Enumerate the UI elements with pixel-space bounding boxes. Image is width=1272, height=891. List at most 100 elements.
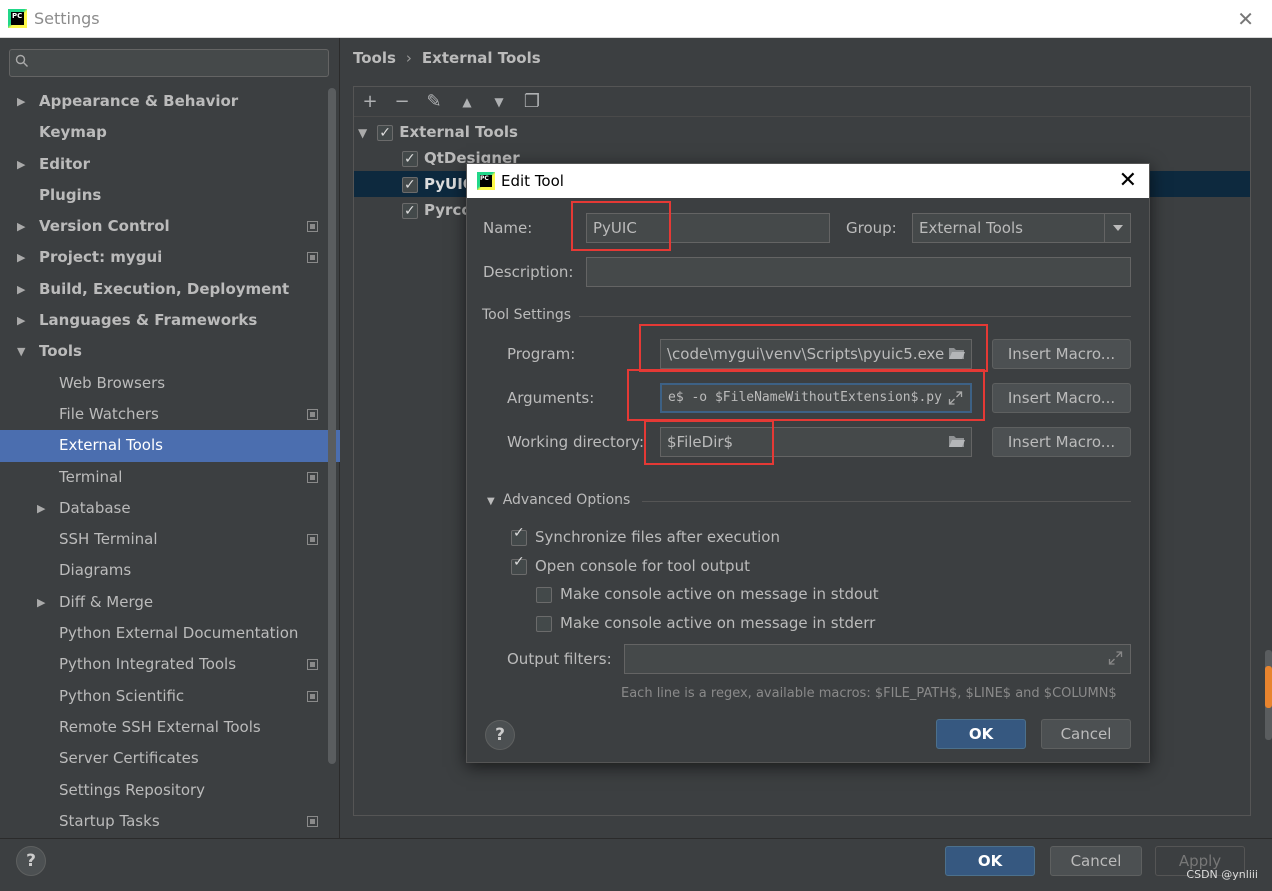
sidebar-item-python-integrated-tools[interactable]: Python Integrated Tools — [0, 649, 326, 680]
sidebar-item-python-scientific[interactable]: Python Scientific — [0, 681, 326, 712]
sidebar-item-label: Keymap — [39, 123, 107, 142]
insert-macro-program-button[interactable]: Insert Macro... — [992, 339, 1131, 369]
sidebar-item-appearance-behavior[interactable]: ▶ Appearance & Behavior — [0, 86, 326, 117]
sidebar-item-label: Build, Execution, Deployment — [39, 279, 290, 298]
group-combo[interactable]: External Tools — [912, 213, 1131, 243]
settings-sidebar: ▶ Appearance & Behavior Keymap ▶ Editor Plugi… — [0, 38, 340, 838]
sidebar-item-python-external-documentation[interactable]: Python External Documentation — [0, 618, 326, 649]
sidebar-item-plugins[interactable]: Plugins — [0, 180, 326, 211]
sidebar-scrollbar[interactable] — [328, 88, 336, 764]
chevron-right-icon[interactable]: ▶ — [17, 211, 25, 242]
chevron-right-icon[interactable]: ▶ — [37, 587, 45, 618]
dialog-close-icon[interactable]: ✕ — [1119, 168, 1137, 193]
chevron-down-icon[interactable] — [1104, 214, 1130, 242]
tool-label: Pyrcc — [424, 201, 471, 219]
chevron-right-icon[interactable]: ▶ — [17, 305, 25, 336]
chevron-down-icon[interactable]: ▼ — [17, 336, 25, 367]
arguments-field[interactable]: e$ -o $FileNameWithoutExtension$.py — [660, 383, 972, 413]
advanced-options-label: Advanced Options — [502, 492, 631, 508]
help-button[interactable]: ? — [16, 846, 46, 876]
sidebar-item-project-mygui[interactable]: ▶ Project: mygui — [0, 242, 326, 273]
chevron-right-icon[interactable]: ▶ — [17, 242, 25, 273]
chevron-right-icon[interactable]: ▶ — [17, 86, 25, 117]
console-stderr-checkbox[interactable] — [536, 615, 552, 632]
search-input[interactable] — [40, 53, 320, 73]
sidebar-item-tools[interactable]: ▼ Tools — [0, 336, 326, 367]
chevron-right-icon[interactable]: ▶ — [17, 274, 25, 305]
search-icon — [15, 54, 28, 67]
output-filters-field[interactable] — [624, 644, 1131, 674]
tool-group-row[interactable]: ▼ External Tools — [358, 119, 1252, 146]
sync-files-label: Synchronize files after execution — [535, 528, 780, 546]
sidebar-item-remote-ssh-external-tools[interactable]: Remote SSH External Tools — [0, 712, 326, 743]
move-up-icon[interactable]: ▲ — [457, 92, 477, 112]
open-console-checkbox[interactable] — [511, 554, 527, 575]
breadcrumb-root[interactable]: Tools — [353, 49, 396, 67]
sidebar-item-diagrams[interactable]: Diagrams — [0, 555, 326, 586]
sidebar-item-label: Startup Tasks — [59, 811, 160, 830]
tool-checkbox[interactable] — [402, 198, 418, 224]
insert-macro-workdir-button[interactable]: Insert Macro... — [992, 427, 1131, 457]
arguments-label: Arguments: — [507, 389, 595, 407]
search-box[interactable] — [9, 49, 329, 77]
sidebar-item-keymap[interactable]: Keymap — [0, 117, 326, 148]
console-stdout-option[interactable]: Make console active on message in stdout — [536, 585, 879, 603]
sidebar-item-database[interactable]: ▶ Database — [0, 493, 326, 524]
sidebar-item-file-watchers[interactable]: File Watchers — [0, 399, 326, 430]
copy-icon[interactable]: ❐ — [522, 92, 542, 112]
sidebar-item-external-tools[interactable]: External Tools — [0, 430, 340, 462]
sidebar-item-editor[interactable]: ▶ Editor — [0, 149, 326, 180]
description-label: Description: — [483, 263, 574, 281]
folder-icon[interactable] — [948, 434, 965, 448]
chevron-right-icon[interactable]: ▶ — [37, 493, 45, 524]
section-divider — [579, 316, 1131, 317]
remove-icon[interactable]: − — [392, 92, 412, 112]
tool-checkbox[interactable] — [402, 146, 418, 172]
advanced-options-toggle[interactable]: ▼ Advanced Options — [487, 492, 630, 508]
sync-files-option[interactable]: Synchronize files after execution — [511, 525, 780, 546]
move-down-icon[interactable]: ▼ — [489, 92, 509, 112]
project-scope-icon — [307, 534, 318, 546]
breadcrumb-leaf: External Tools — [421, 49, 541, 67]
sidebar-item-diff-merge[interactable]: ▶ Diff & Merge — [0, 587, 326, 618]
sidebar-item-startup-tasks[interactable]: Startup Tasks — [0, 806, 326, 837]
cancel-button[interactable]: Cancel — [1050, 846, 1142, 876]
open-console-option[interactable]: Open console for tool output — [511, 554, 750, 575]
expand-icon[interactable] — [1107, 651, 1124, 665]
dialog-title-bar: PC Edit Tool ✕ — [467, 164, 1149, 198]
arguments-value: e$ -o $FileNameWithoutExtension$.py — [668, 390, 942, 405]
tool-settings-heading: Tool Settings — [482, 307, 572, 323]
console-stdout-label: Make console active on message in stdout — [560, 585, 879, 603]
folder-icon[interactable] — [948, 346, 965, 360]
window-close-icon[interactable]: ✕ — [1237, 7, 1254, 31]
description-field[interactable] — [586, 257, 1131, 287]
dialog-ok-button[interactable]: OK — [936, 719, 1026, 749]
console-stderr-option[interactable]: Make console active on message in stderr — [536, 614, 875, 632]
sync-files-checkbox[interactable] — [511, 525, 527, 546]
dialog-help-button[interactable]: ? — [485, 720, 515, 750]
sidebar-item-label: Diff & Merge — [59, 592, 154, 611]
program-field[interactable]: \code\mygui\venv\Scripts\pyuic5.exe — [660, 339, 972, 369]
sidebar-item-ssh-terminal[interactable]: SSH Terminal — [0, 524, 326, 555]
sidebar-item-terminal[interactable]: Terminal — [0, 462, 326, 493]
sidebar-item-web-browsers[interactable]: Web Browsers — [0, 368, 326, 399]
expand-arrow-icon[interactable]: ▼ — [358, 126, 367, 140]
working-directory-field[interactable]: $FileDir$ — [660, 427, 972, 457]
tool-group-checkbox[interactable] — [377, 120, 394, 146]
sidebar-item-build-execution-deployment[interactable]: ▶ Build, Execution, Deployment — [0, 274, 326, 305]
edit-icon[interactable]: ✎ — [424, 92, 444, 112]
chevron-right-icon[interactable]: ▶ — [17, 149, 25, 180]
sidebar-item-label: Plugins — [39, 185, 102, 204]
dialog-cancel-button[interactable]: Cancel — [1041, 719, 1131, 749]
console-stdout-checkbox[interactable] — [536, 586, 552, 603]
add-icon[interactable]: + — [360, 92, 380, 112]
name-field[interactable]: PyUIC — [586, 213, 830, 243]
tool-checkbox[interactable] — [402, 172, 418, 198]
sidebar-item-version-control[interactable]: ▶ Version Control — [0, 211, 326, 242]
ok-button[interactable]: OK — [945, 846, 1035, 876]
sidebar-item-settings-repository[interactable]: Settings Repository — [0, 775, 326, 806]
expand-icon[interactable] — [947, 391, 964, 405]
sidebar-item-server-certificates[interactable]: Server Certificates — [0, 743, 326, 774]
insert-macro-arguments-button[interactable]: Insert Macro... — [992, 383, 1131, 413]
sidebar-item-languages-frameworks[interactable]: ▶ Languages & Frameworks — [0, 305, 326, 336]
